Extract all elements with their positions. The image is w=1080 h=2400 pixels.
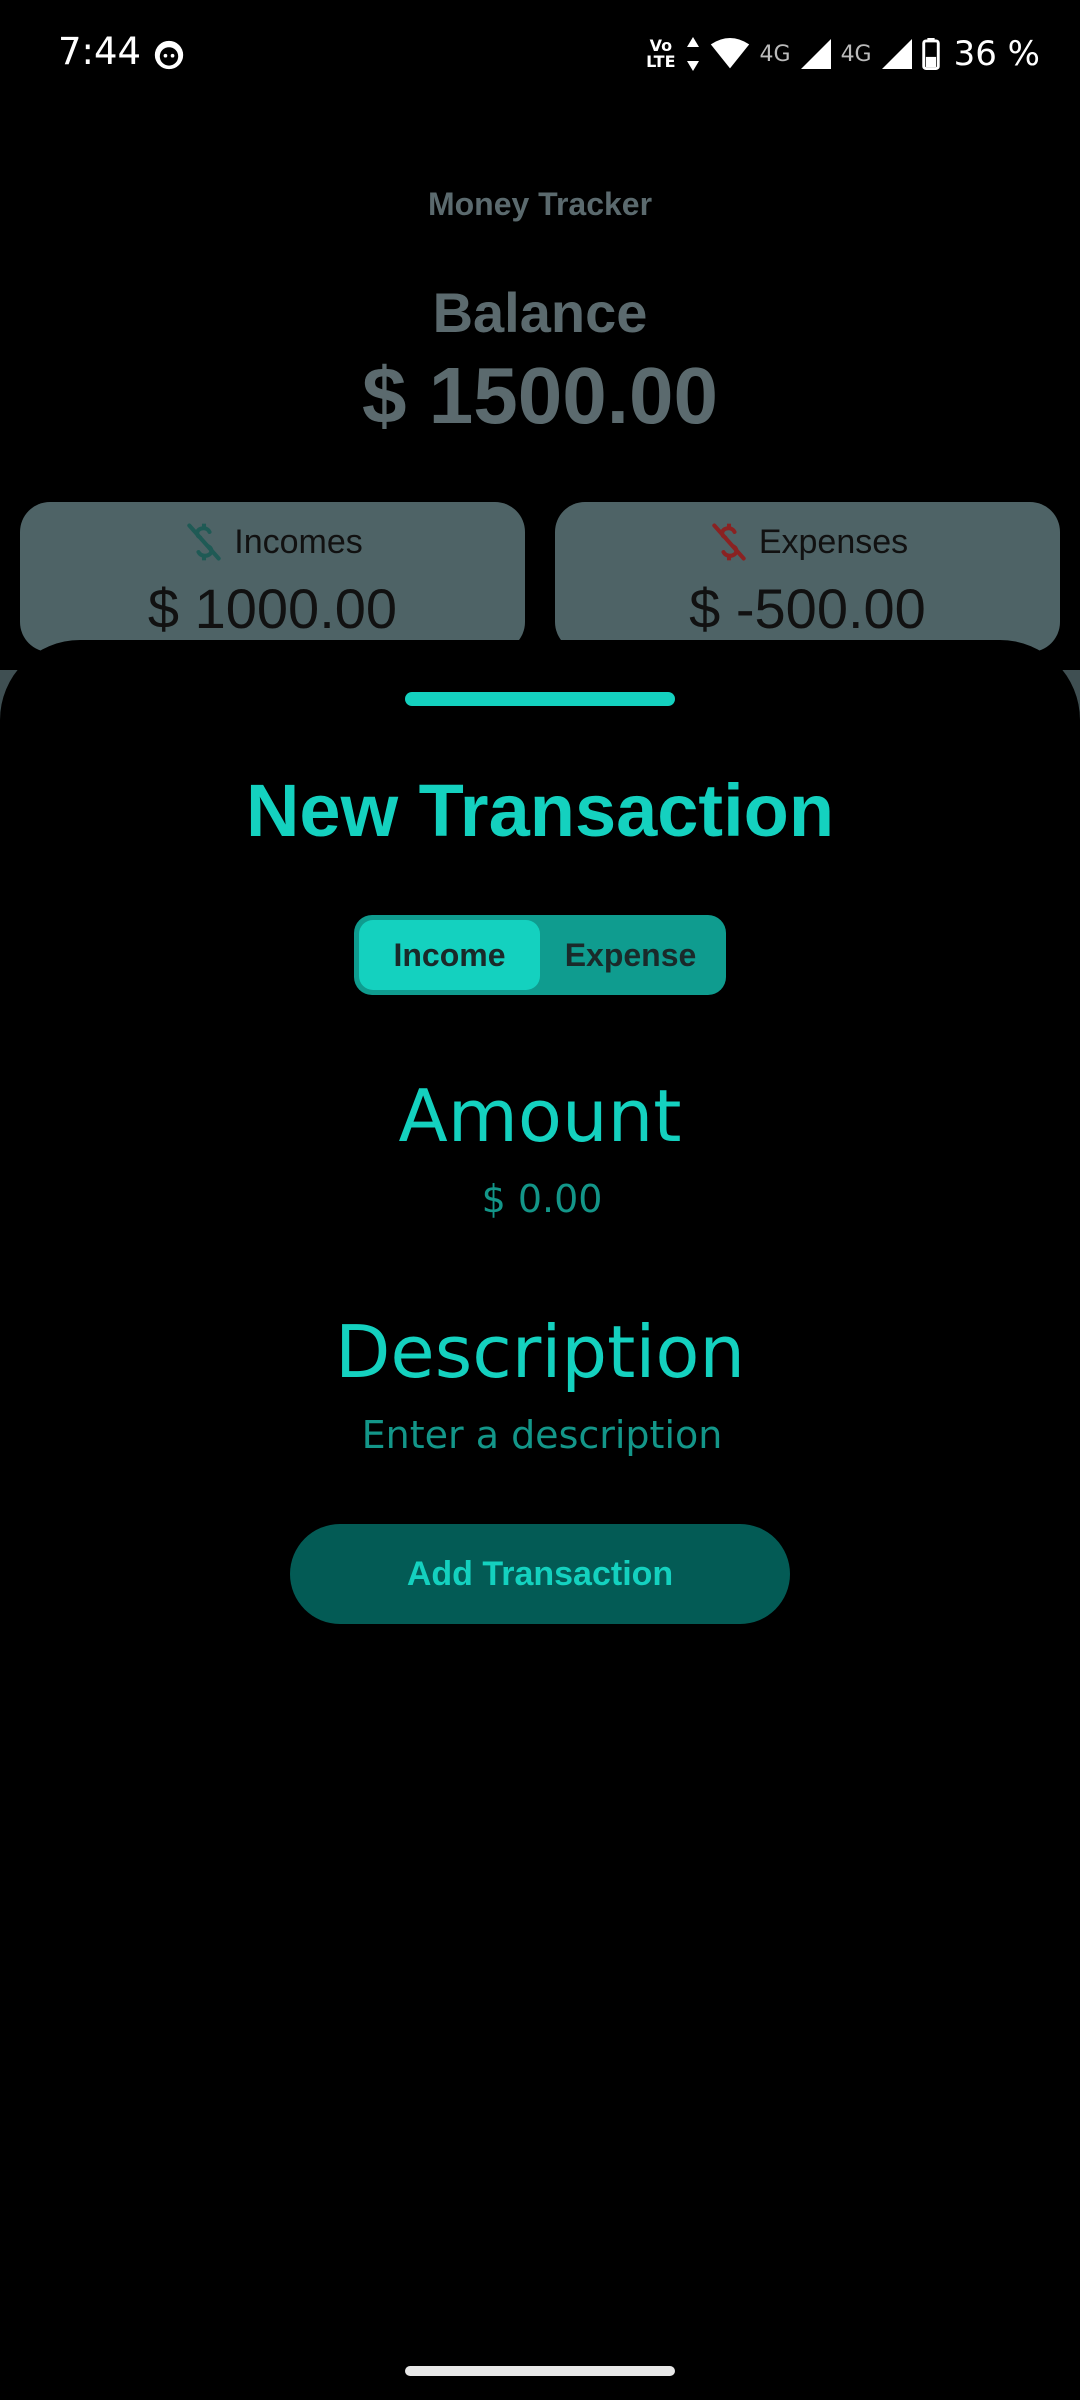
incomes-value: $ 1000.00: [147, 577, 398, 640]
signal-icon: [800, 39, 831, 69]
volte-bottom: LTE: [646, 52, 676, 71]
balance-value: $ 1500.00: [362, 351, 718, 440]
face-icon: [154, 40, 184, 70]
new-transaction-sheet: New Transaction Income Expense Amount De…: [0, 640, 1080, 2400]
signal-icon: [881, 39, 912, 69]
expenses-label: Expenses: [758, 522, 909, 561]
incomes-card-header: Incomes: [20, 520, 525, 564]
status-time: 7:44: [58, 30, 142, 73]
sheet-drag-handle[interactable]: [405, 692, 675, 706]
balance-label: Balance: [432, 281, 648, 344]
money-off-icon: [187, 523, 221, 561]
data-arrows-icon: [686, 37, 699, 71]
app-title: Money Tracker: [427, 186, 653, 222]
volte-indicator: Vo LTE: [646, 38, 675, 70]
battery-percent: 36 %: [953, 34, 1040, 74]
incomes-card: Incomes $ 1000.00: [20, 502, 525, 652]
expense-toggle-button[interactable]: Expense: [540, 920, 721, 990]
money-off-icon: [712, 523, 746, 561]
transaction-type-toggle: Income Expense: [354, 915, 726, 995]
battery-icon: [921, 38, 940, 70]
income-toggle-button[interactable]: Income: [359, 920, 540, 990]
home-indicator[interactable]: [405, 2366, 675, 2376]
wifi-icon: [710, 38, 749, 69]
amount-input[interactable]: [240, 1168, 844, 1230]
status-bar: 7:44 Vo LTE 4G 4G 36 %: [0, 0, 1080, 110]
description-input[interactable]: [240, 1404, 844, 1466]
description-label: Description: [334, 1310, 746, 1394]
incomes-label: Incomes: [234, 522, 363, 561]
expenses-value: $ -500.00: [689, 577, 926, 640]
network-type-1: 4G: [759, 41, 791, 67]
sheet-title: New Transaction: [245, 769, 835, 852]
expenses-card-header: Expenses: [555, 520, 1060, 564]
status-icons: Vo LTE 4G 4G 36 %: [646, 30, 1040, 78]
network-type-2: 4G: [840, 41, 872, 67]
amount-label: Amount: [398, 1074, 682, 1158]
home-screen-dimmed: Money Tracker Balance $ 1500.00 Incomes …: [0, 110, 1080, 782]
add-transaction-button[interactable]: Add Transaction: [290, 1524, 790, 1624]
expenses-card: Expenses $ -500.00: [555, 502, 1060, 652]
